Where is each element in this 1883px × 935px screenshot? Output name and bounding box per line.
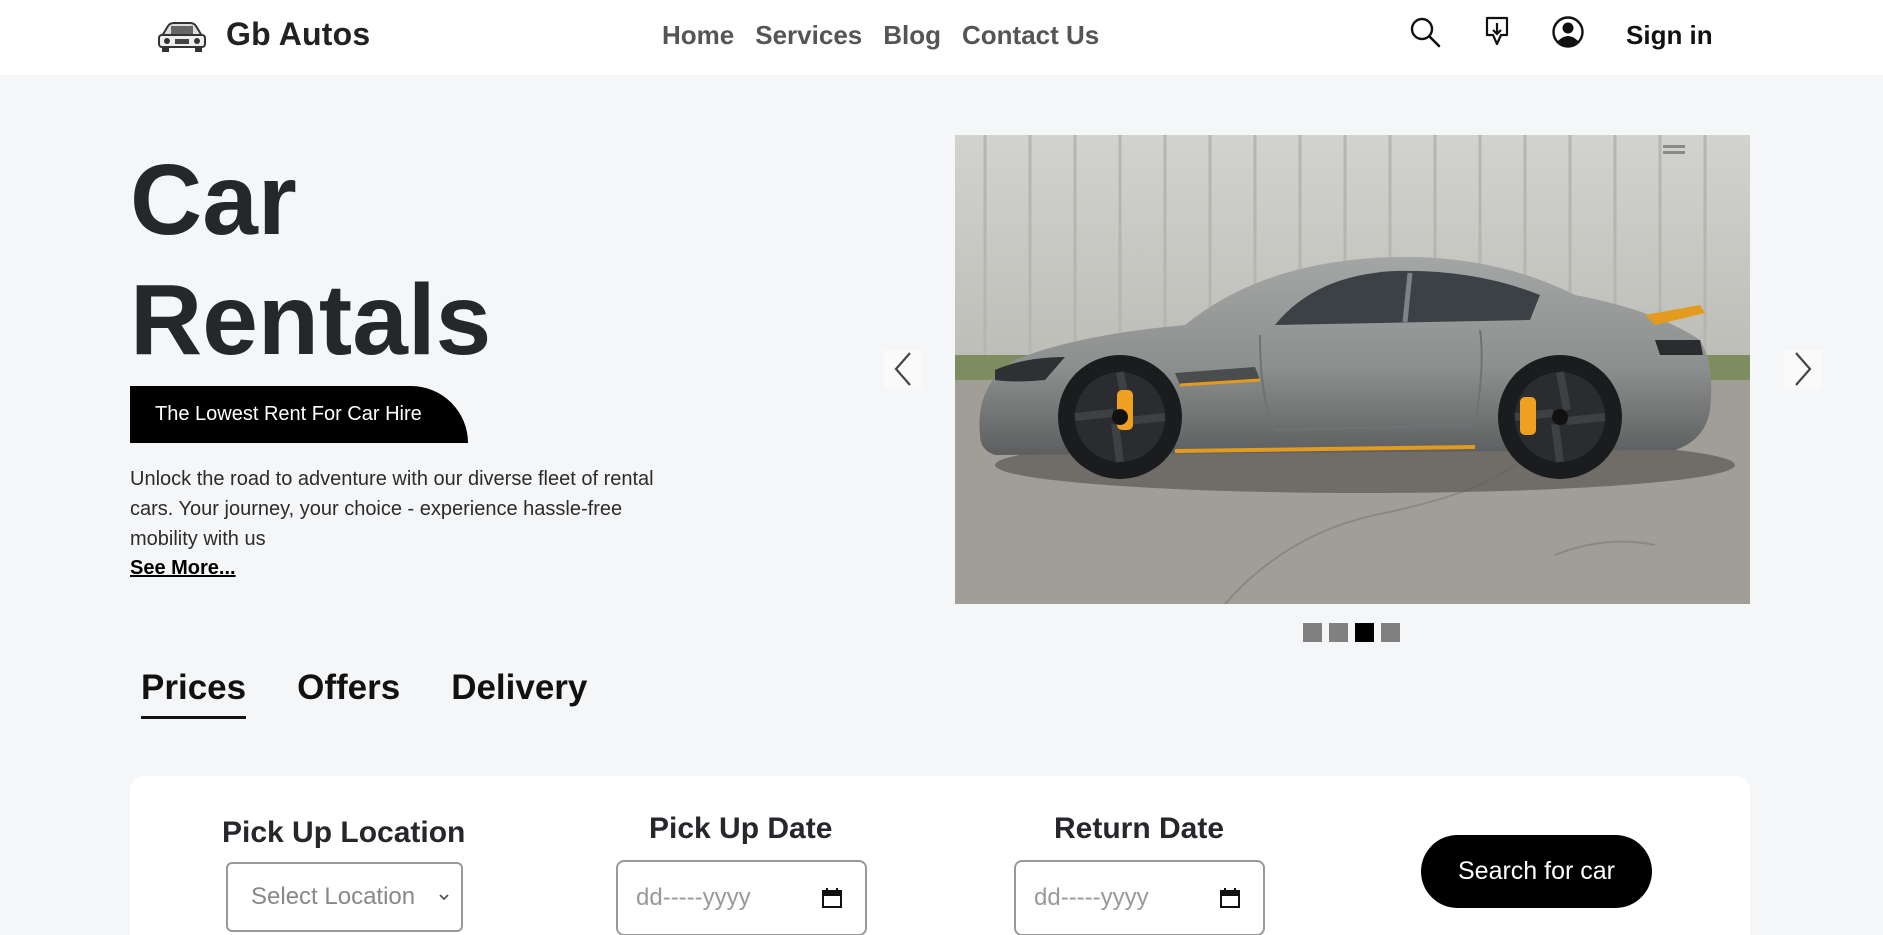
hero-description: Unlock the road to adventure with our di… xyxy=(130,468,654,550)
tab-delivery[interactable]: Delivery xyxy=(451,668,587,719)
pickup-date-input[interactable]: dd-----yyyy xyxy=(616,860,867,935)
pickup-location-placeholder: Select Location xyxy=(251,883,416,910)
chevron-right-icon xyxy=(1795,352,1812,386)
pickup-location-select[interactable]: Select Location xyxy=(226,862,463,932)
pickup-date-placeholder: dd-----yyyy xyxy=(636,884,751,911)
search-icon[interactable] xyxy=(1408,15,1442,49)
main-nav: Home Services Blog Contact Us xyxy=(662,20,1120,51)
hero-title-line2: Rentals xyxy=(130,264,492,376)
calendar-icon[interactable] xyxy=(1219,887,1241,909)
brand-name: Gb Autos xyxy=(226,15,371,52)
return-date-input[interactable]: dd-----yyyy xyxy=(1014,860,1265,935)
chevron-left-icon xyxy=(894,352,911,386)
search-for-car-button[interactable]: Search for car xyxy=(1421,835,1652,908)
tab-offers[interactable]: Offers xyxy=(297,668,400,719)
carousel-indicator-4[interactable] xyxy=(1381,623,1400,642)
carousel-slide-image xyxy=(955,135,1750,604)
carousel-next-button[interactable] xyxy=(1784,350,1822,388)
carousel-indicators xyxy=(1303,623,1407,642)
site-header: Gb Autos Home Services Blog Contact Us S… xyxy=(0,0,1883,75)
carousel-prev-button[interactable] xyxy=(884,350,922,388)
nav-home[interactable]: Home xyxy=(662,20,734,51)
nav-blog[interactable]: Blog xyxy=(883,20,941,51)
hero-title-line1: Car xyxy=(130,144,297,256)
hero-title: Car Rentals xyxy=(130,140,491,380)
calendar-icon[interactable] xyxy=(821,887,843,909)
chevron-down-icon xyxy=(439,894,449,901)
sports-car-photo xyxy=(955,135,1750,604)
download-icon[interactable] xyxy=(1480,15,1514,49)
rental-tabs: Prices Offers Delivery xyxy=(141,668,638,719)
brand[interactable]: Gb Autos xyxy=(156,14,370,54)
see-more-link[interactable]: See More... xyxy=(130,557,236,580)
nav-contact-us[interactable]: Contact Us xyxy=(962,20,1099,51)
carousel-indicator-1[interactable] xyxy=(1303,623,1322,642)
return-date-label: Return Date xyxy=(1054,812,1225,845)
pickup-location-label: Pick Up Location xyxy=(222,816,466,849)
tagline-badge: The Lowest Rent For Car Hire xyxy=(130,386,468,443)
car-logo-icon xyxy=(158,22,206,52)
sign-in-link[interactable]: Sign in xyxy=(1626,20,1713,51)
user-account-icon[interactable] xyxy=(1551,15,1585,49)
carousel-indicator-2[interactable] xyxy=(1329,623,1348,642)
return-date-placeholder: dd-----yyyy xyxy=(1034,884,1149,911)
tab-prices[interactable]: Prices xyxy=(141,668,247,719)
pickup-date-label: Pick Up Date xyxy=(649,812,833,845)
nav-services[interactable]: Services xyxy=(755,20,862,51)
carousel-indicator-3[interactable] xyxy=(1355,623,1374,642)
